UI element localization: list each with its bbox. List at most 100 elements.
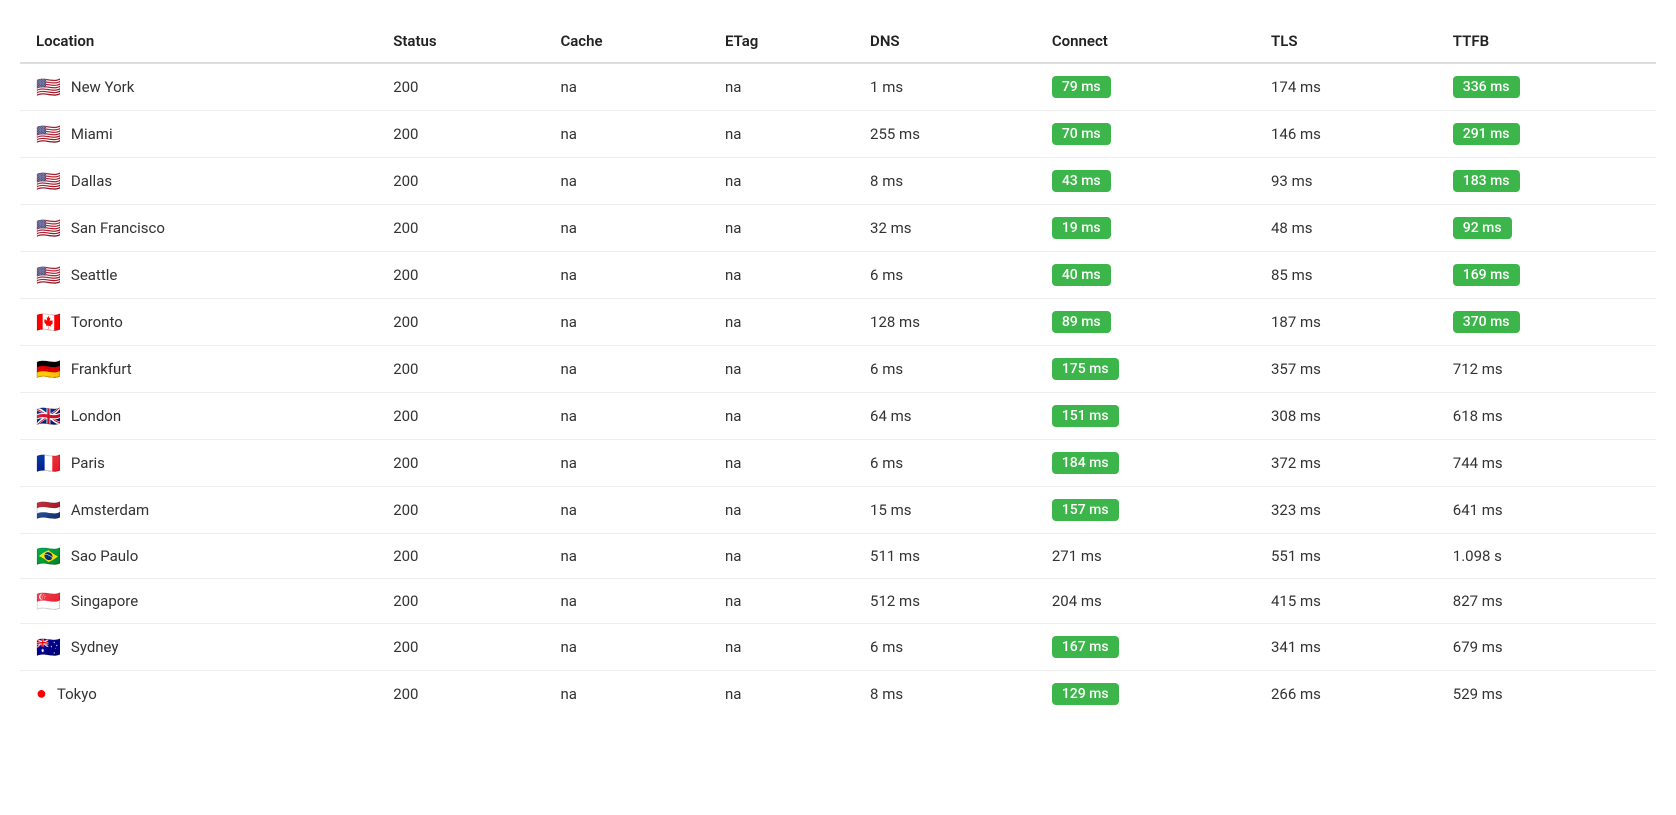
connect-badge: 151 ms xyxy=(1052,405,1119,427)
location-name: Miami xyxy=(71,125,113,143)
cell-tls: 146 ms xyxy=(1255,111,1437,158)
connect-badge: 129 ms xyxy=(1052,683,1119,705)
cell-ttfb: 679 ms xyxy=(1437,624,1656,671)
cell-cache: na xyxy=(544,63,709,111)
ttfb-badge: 291 ms xyxy=(1453,123,1520,145)
cell-connect: 271 ms xyxy=(1036,534,1255,579)
performance-table: Location Status Cache ETag DNS Connect T… xyxy=(20,20,1656,717)
cell-cache: na xyxy=(544,671,709,718)
cell-connect: 70 ms xyxy=(1036,111,1255,158)
cell-etag: na xyxy=(709,205,854,252)
cell-location: 🇫🇷Paris xyxy=(20,440,377,487)
cell-location: 🇩🇪Frankfurt xyxy=(20,346,377,393)
ttfb-badge: 169 ms xyxy=(1453,264,1520,286)
cell-etag: na xyxy=(709,158,854,205)
location-name: Sydney xyxy=(71,638,119,656)
cell-status: 200 xyxy=(377,346,544,393)
table-row: 🇺🇸San Francisco200nana32 ms19 ms48 ms92 … xyxy=(20,205,1656,252)
cell-tls: 308 ms xyxy=(1255,393,1437,440)
cell-status: 200 xyxy=(377,487,544,534)
cell-cache: na xyxy=(544,440,709,487)
cell-etag: na xyxy=(709,624,854,671)
connect-badge: 184 ms xyxy=(1052,452,1119,474)
cell-connect: 157 ms xyxy=(1036,487,1255,534)
cell-location: 🇺🇸New York xyxy=(20,63,377,111)
table-header-row: Location Status Cache ETag DNS Connect T… xyxy=(20,20,1656,63)
cell-dns: 6 ms xyxy=(854,440,1036,487)
cell-cache: na xyxy=(544,299,709,346)
table-row: 🇬🇧London200nana64 ms151 ms308 ms618 ms xyxy=(20,393,1656,440)
location-name: London xyxy=(71,407,121,425)
cell-status: 200 xyxy=(377,299,544,346)
cell-location: 🇺🇸Dallas xyxy=(20,158,377,205)
cell-connect: 89 ms xyxy=(1036,299,1255,346)
flag-icon: 🇺🇸 xyxy=(36,77,61,97)
cell-etag: na xyxy=(709,63,854,111)
cell-connect: 19 ms xyxy=(1036,205,1255,252)
cell-status: 200 xyxy=(377,158,544,205)
cell-etag: na xyxy=(709,299,854,346)
table-row: 🇺🇸New York200nana1 ms79 ms174 ms336 ms xyxy=(20,63,1656,111)
cell-dns: 6 ms xyxy=(854,252,1036,299)
cell-ttfb: 827 ms xyxy=(1437,579,1656,624)
cell-cache: na xyxy=(544,579,709,624)
flag-icon: 🇬🇧 xyxy=(36,406,61,426)
connect-badge: 167 ms xyxy=(1052,636,1119,658)
cell-tls: 48 ms xyxy=(1255,205,1437,252)
table-row: 🇨🇦Toronto200nana128 ms89 ms187 ms370 ms xyxy=(20,299,1656,346)
cell-tls: 551 ms xyxy=(1255,534,1437,579)
cell-status: 200 xyxy=(377,205,544,252)
cell-dns: 8 ms xyxy=(854,158,1036,205)
table-row: 🇦🇺Sydney200nana6 ms167 ms341 ms679 ms xyxy=(20,624,1656,671)
cell-ttfb: 291 ms xyxy=(1437,111,1656,158)
flag-icon: 🇩🇪 xyxy=(36,359,61,379)
cell-location: 🇸🇬Singapore xyxy=(20,579,377,624)
location-name: Tokyo xyxy=(57,685,97,703)
cell-etag: na xyxy=(709,111,854,158)
cell-dns: 15 ms xyxy=(854,487,1036,534)
table-row: 🇺🇸Dallas200nana8 ms43 ms93 ms183 ms xyxy=(20,158,1656,205)
cell-ttfb: 92 ms xyxy=(1437,205,1656,252)
cell-dns: 8 ms xyxy=(854,671,1036,718)
cell-status: 200 xyxy=(377,111,544,158)
table-row: 🇫🇷Paris200nana6 ms184 ms372 ms744 ms xyxy=(20,440,1656,487)
header-location: Location xyxy=(20,20,377,63)
cell-cache: na xyxy=(544,624,709,671)
ttfb-badge: 370 ms xyxy=(1453,311,1520,333)
header-status: Status xyxy=(377,20,544,63)
cell-dns: 511 ms xyxy=(854,534,1036,579)
table-row: 🇩🇪Frankfurt200nana6 ms175 ms357 ms712 ms xyxy=(20,346,1656,393)
cell-dns: 1 ms xyxy=(854,63,1036,111)
cell-connect: 167 ms xyxy=(1036,624,1255,671)
flag-icon: 🇸🇬 xyxy=(36,591,61,611)
flag-icon: 🇺🇸 xyxy=(36,124,61,144)
cell-dns: 64 ms xyxy=(854,393,1036,440)
cell-connect: 175 ms xyxy=(1036,346,1255,393)
connect-badge: 43 ms xyxy=(1052,170,1111,192)
location-name: Toronto xyxy=(71,313,123,331)
cell-cache: na xyxy=(544,111,709,158)
flag-icon: 🇳🇱 xyxy=(36,500,61,520)
cell-dns: 6 ms xyxy=(854,624,1036,671)
cell-location: 🇬🇧 London xyxy=(20,393,377,440)
cell-tls: 357 ms xyxy=(1255,346,1437,393)
cell-etag: na xyxy=(709,671,854,718)
cell-ttfb: 370 ms xyxy=(1437,299,1656,346)
cell-tls: 415 ms xyxy=(1255,579,1437,624)
cell-etag: na xyxy=(709,440,854,487)
cell-etag: na xyxy=(709,487,854,534)
cell-cache: na xyxy=(544,205,709,252)
cell-status: 200 xyxy=(377,624,544,671)
flag-icon: 🇺🇸 xyxy=(36,218,61,238)
cell-dns: 6 ms xyxy=(854,346,1036,393)
cell-ttfb: 529 ms xyxy=(1437,671,1656,718)
cell-ttfb: 336 ms xyxy=(1437,63,1656,111)
cell-status: 200 xyxy=(377,671,544,718)
cell-ttfb: 183 ms xyxy=(1437,158,1656,205)
cell-location: 🇳🇱Amsterdam xyxy=(20,487,377,534)
cell-location: 🇧🇷Sao Paulo xyxy=(20,534,377,579)
cell-location: 🇺🇸Seattle xyxy=(20,252,377,299)
cell-tls: 266 ms xyxy=(1255,671,1437,718)
cell-tls: 372 ms xyxy=(1255,440,1437,487)
flag-icon: 🇨🇦 xyxy=(36,312,61,332)
